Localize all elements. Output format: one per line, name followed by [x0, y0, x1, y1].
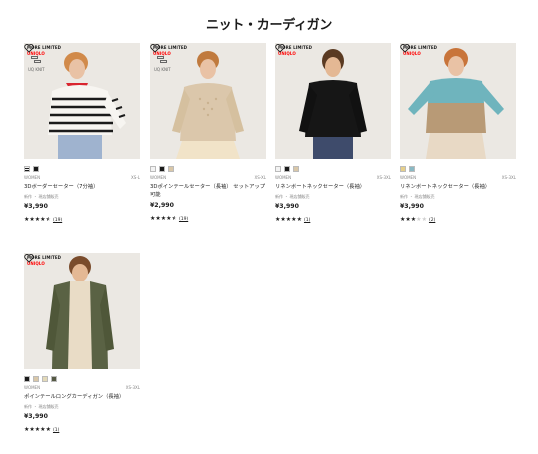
product-image[interactable]: MORE LIMITED UNIQLO UQ KNIT: [150, 43, 266, 159]
product-image[interactable]: MORE LIMITED UNIQLO UQ KNIT: [24, 43, 140, 159]
half-star-icon: ★: [171, 215, 177, 222]
color-swatch[interactable]: [150, 166, 156, 172]
color-swatches: [275, 166, 391, 172]
color-swatch[interactable]: [24, 376, 30, 382]
availability-note: 新作 ・ 現店舗販売: [24, 404, 59, 409]
review-count-link[interactable]: (19): [53, 218, 62, 223]
product-price: ¥3,990: [24, 413, 48, 420]
color-swatch[interactable]: [275, 166, 281, 172]
product-meta: WOMEN XS-3XL: [24, 385, 140, 392]
size-range: XS-3XL: [501, 175, 516, 180]
page-title: ニット・カーディガン: [205, 18, 333, 33]
favorite-heart-icon[interactable]: [24, 43, 34, 53]
color-swatch[interactable]: [51, 376, 57, 382]
product-price: ¥3,990: [24, 203, 48, 210]
star-rating: ★ ★ ★ ★ ★ (1): [24, 426, 140, 434]
knit-badge-label: UQ KNIT: [28, 67, 45, 72]
size-range: XS-3XL: [125, 385, 140, 390]
star-icon: ★: [296, 216, 302, 223]
color-swatches: [24, 166, 140, 172]
product-price: ¥3,990: [400, 203, 424, 210]
color-swatch[interactable]: [159, 166, 165, 172]
favorite-heart-icon[interactable]: [400, 43, 410, 53]
knit-badge-label: UQ KNIT: [154, 67, 171, 72]
size-range: XS-XL: [254, 175, 267, 180]
product-name[interactable]: リネンボートネックセーター（長袖）: [400, 183, 516, 191]
star-rating: ★ ★ ★ ★ ★ (19): [150, 215, 266, 223]
product-card[interactable]: MORE LIMITED UNIQLO WOMEN XS-3XL リネンボートネ…: [275, 43, 391, 224]
favorite-heart-icon[interactable]: [150, 43, 160, 53]
size-range: XS-L: [131, 175, 140, 180]
gender-label: WOMEN: [275, 175, 292, 180]
product-image[interactable]: MORE LIMITED UNIQLO: [400, 43, 516, 159]
availability-note: 新作 ・ 現店舗販売: [275, 194, 310, 199]
product-image[interactable]: MORE LIMITED UNIQLO: [24, 253, 140, 369]
product-card[interactable]: MORE LIMITED UNIQLO WOMEN XS-3XL リネンボートネ…: [400, 43, 516, 224]
color-swatch[interactable]: [409, 166, 415, 172]
color-swatch[interactable]: [293, 166, 299, 172]
color-swatch[interactable]: [24, 166, 30, 172]
product-price: ¥3,990: [275, 203, 299, 210]
availability-note: 新作 ・ 現店舗販売: [24, 194, 59, 199]
color-swatches: [24, 376, 140, 382]
color-swatch[interactable]: [33, 166, 39, 172]
review-count-link[interactable]: (1): [304, 218, 310, 223]
product-meta: WOMEN XS-L: [24, 175, 140, 182]
size-range: XS-3XL: [376, 175, 391, 180]
product-name[interactable]: 3Dボーダーセーター（7分袖）: [24, 183, 140, 191]
color-swatch[interactable]: [400, 166, 406, 172]
product-name[interactable]: リネンボートネックセーター（長袖）: [275, 183, 391, 191]
gender-label: WOMEN: [24, 175, 41, 180]
gender-label: WOMEN: [24, 385, 41, 390]
review-count-link[interactable]: (2): [429, 218, 435, 223]
half-star-icon: ★: [45, 216, 51, 223]
product-card[interactable]: MORE LIMITED UNIQLO WOMEN XS-3XL ポインテールロ…: [24, 253, 140, 434]
product-price: ¥2,990: [150, 202, 174, 209]
gender-label: WOMEN: [150, 175, 167, 180]
knit-badge-icon: [157, 56, 171, 66]
star-icon: ★: [45, 426, 51, 433]
product-card[interactable]: MORE LIMITED UNIQLO UQ KNIT WOMEN XS-XL …: [150, 43, 266, 223]
favorite-heart-icon[interactable]: [275, 43, 285, 53]
color-swatches: [400, 166, 516, 172]
star-rating: ★ ★ ★ ★ ★ (2): [400, 216, 516, 224]
favorite-heart-icon[interactable]: [24, 253, 34, 263]
product-meta: WOMEN XS-XL: [150, 175, 266, 182]
review-count-link[interactable]: (19): [179, 217, 188, 222]
knit-badge-icon: [31, 56, 45, 66]
availability-note: 新作 ・ 現店舗販売: [400, 194, 435, 199]
product-name[interactable]: 3Dポインテールセーター（長袖） セットアップ可能: [150, 183, 266, 199]
gender-label: WOMEN: [400, 175, 417, 180]
product-image[interactable]: MORE LIMITED UNIQLO: [275, 43, 391, 159]
color-swatches: [150, 166, 266, 172]
product-meta: WOMEN XS-3XL: [400, 175, 516, 182]
review-count-link[interactable]: (1): [53, 428, 59, 433]
product-card[interactable]: MORE LIMITED UNIQLO UQ KNIT WOMEN XS-L 3…: [24, 43, 140, 224]
empty-star-icon: ★: [421, 216, 427, 223]
color-swatch[interactable]: [168, 166, 174, 172]
product-meta: WOMEN XS-3XL: [275, 175, 391, 182]
color-swatch[interactable]: [33, 376, 39, 382]
star-rating: ★ ★ ★ ★ ★ (19): [24, 216, 140, 224]
star-rating: ★ ★ ★ ★ ★ (1): [275, 216, 391, 224]
product-name[interactable]: ポインテールロングカーディガン（長袖）: [24, 393, 140, 401]
color-swatch[interactable]: [42, 376, 48, 382]
color-swatch[interactable]: [284, 166, 290, 172]
